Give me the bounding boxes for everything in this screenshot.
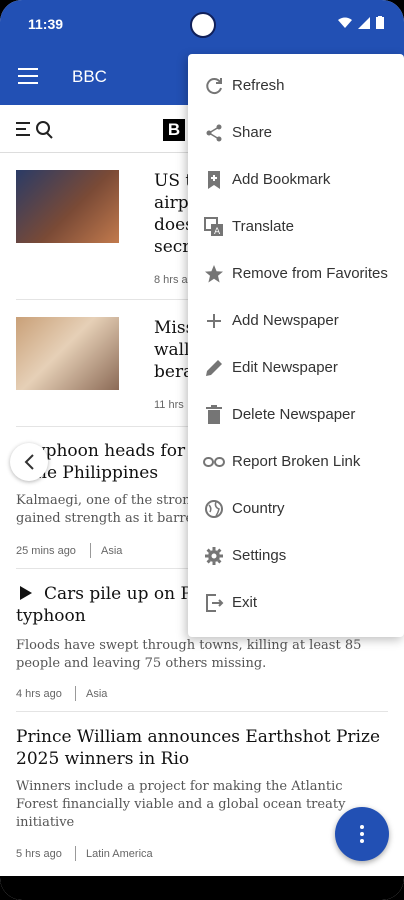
chevron-left-icon [24, 454, 34, 470]
meta-separator [90, 543, 91, 558]
article-meta: 11 hrs [154, 399, 184, 411]
meta-separator [75, 686, 76, 701]
star-icon [196, 264, 232, 284]
menu-item-edit-newspaper[interactable]: Edit Newspaper [188, 344, 404, 391]
svg-text:A: A [214, 227, 221, 237]
refresh-icon [196, 76, 232, 96]
menu-item-settings[interactable]: Settings [188, 532, 404, 579]
menu-item-report-broken-link[interactable]: Report Broken Link [188, 438, 404, 485]
menu-item-label: Share [232, 124, 273, 141]
menu-item-add-newspaper[interactable]: Add Newspaper [188, 297, 404, 344]
menu-item-add-bookmark[interactable]: Add Bookmark [188, 156, 404, 203]
share-icon [196, 123, 232, 143]
menu-item-label: Refresh [232, 77, 285, 94]
menu-item-translate[interactable]: A Translate [188, 203, 404, 250]
trash-icon [196, 404, 232, 425]
article-image[interactable] [16, 170, 119, 243]
back-arrow-button[interactable] [10, 443, 48, 481]
article-headline[interactable]: Prince William announces Earthshot Prize… [16, 726, 380, 770]
article-region: Asia [86, 688, 108, 700]
article-image[interactable] [16, 317, 119, 390]
article-summary: Floods have swept through towns, killing… [16, 638, 362, 671]
bbc-logo: B [163, 119, 185, 141]
article-region: Asia [101, 545, 123, 557]
system-nav-bar [0, 876, 404, 900]
signal-icon [358, 16, 370, 29]
plus-icon [196, 311, 232, 331]
menu-item-label: Exit [232, 594, 258, 611]
more-vertical-icon [360, 825, 364, 843]
gear-icon [196, 546, 232, 566]
menu-item-country[interactable]: Country [188, 485, 404, 532]
article-summary: Winners include a project for making the… [16, 779, 346, 830]
article-headline[interactable]: yphoon heads for V he Philippines [36, 440, 203, 484]
app-title: BBC [72, 67, 107, 86]
camera-cutout [190, 12, 216, 38]
bookmark-add-icon [196, 170, 232, 190]
globe-icon [196, 499, 232, 519]
meta-separator [75, 846, 76, 861]
broken-link-icon [196, 452, 232, 472]
article-time: 25 mins ago [16, 545, 76, 557]
status-time: 11:39 [28, 16, 64, 32]
article-meta: 8 hrs a [154, 274, 188, 286]
hamburger-menu-icon[interactable] [18, 68, 38, 84]
divider [16, 711, 388, 712]
menu-item-label: Delete Newspaper [232, 406, 356, 423]
article-time: 5 hrs ago [16, 848, 62, 860]
menu-item-label: Edit Newspaper [232, 359, 338, 376]
translate-icon: A [196, 216, 232, 237]
menu-item-label: Report Broken Link [232, 453, 361, 470]
menu-item-share[interactable]: Share [188, 109, 404, 156]
wifi-icon [338, 17, 352, 28]
menu-item-label: Settings [232, 547, 287, 564]
phone-screen: 11:39 BBC B US t airp does secr 8 hrs a … [0, 0, 404, 900]
menu-item-label: Add Bookmark [232, 171, 331, 188]
filter-search-icon[interactable] [16, 118, 58, 140]
exit-icon [196, 593, 232, 613]
pencil-icon [196, 358, 232, 378]
menu-item-label: Remove from Favorites [232, 265, 388, 282]
article-region: Latin America [86, 848, 153, 860]
article-time: 4 hrs ago [16, 688, 62, 700]
menu-item-refresh[interactable]: Refresh [188, 62, 404, 109]
menu-item-remove-favorites[interactable]: Remove from Favorites [188, 250, 404, 297]
article-headline[interactable]: Cars pile up on Ph typhoon [16, 583, 203, 627]
overflow-menu: Refresh Share Add Bookmark A Translate R… [188, 54, 404, 637]
status-bar: 11:39 [0, 0, 404, 50]
menu-item-delete-newspaper[interactable]: Delete Newspaper [188, 391, 404, 438]
menu-item-exit[interactable]: Exit [188, 579, 404, 626]
status-icons [338, 16, 384, 29]
menu-item-label: Translate [232, 218, 294, 235]
battery-icon [376, 16, 384, 29]
more-options-fab[interactable] [335, 807, 389, 861]
menu-item-label: Add Newspaper [232, 312, 339, 329]
menu-item-label: Country [232, 500, 285, 517]
